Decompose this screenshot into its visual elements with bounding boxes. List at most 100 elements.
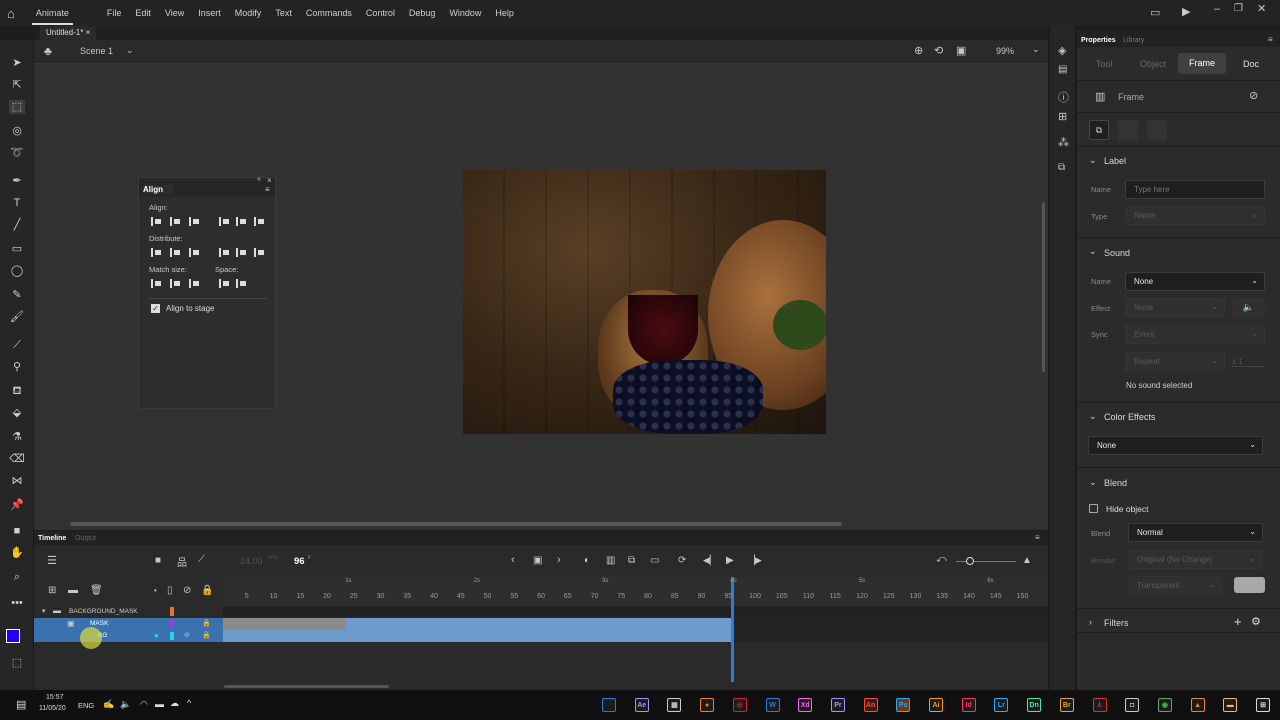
- paint-bucket-icon[interactable]: ⛾: [9, 384, 25, 398]
- edit-sound-envelope-icon[interactable]: 🔈: [1232, 298, 1265, 317]
- folder-expand-icon[interactable]: ▾: [42, 607, 46, 615]
- collapse-panel-icon[interactable]: «: [257, 176, 261, 183]
- layer-row[interactable]: ▣ MASK 🔒: [34, 618, 224, 630]
- align-vcenter-icon[interactable]: [236, 217, 246, 226]
- oval-tool-icon[interactable]: ◯: [9, 264, 25, 278]
- tab-library[interactable]: Library: [1123, 37, 1144, 44]
- show-hidden-icons[interactable]: ^: [187, 698, 191, 708]
- visibility-column-icon[interactable]: ⊘: [183, 585, 191, 596]
- taskbar-app-icon[interactable]: Pr: [830, 698, 845, 712]
- zoom-chevron-icon[interactable]: ⌄: [1032, 44, 1040, 55]
- scene-selector[interactable]: Scene 1: [80, 46, 113, 56]
- timeline-zoom-slider[interactable]: [956, 561, 1016, 562]
- clock-time[interactable]: 15:57: [46, 694, 64, 701]
- create-tween-icon[interactable]: ⧉: [628, 555, 635, 566]
- hand-tool-icon[interactable]: ✋: [9, 546, 25, 560]
- background-color-swatch[interactable]: [1234, 577, 1265, 593]
- camera-tool-icon[interactable]: ■: [9, 524, 25, 538]
- lock-column-icon[interactable]: 🔒: [201, 585, 213, 596]
- taskbar-app-icon[interactable]: ◎: [732, 698, 747, 712]
- edit-multiple-frames-icon[interactable]: ▥: [606, 555, 615, 566]
- color-effects-title[interactable]: Color Effects: [1104, 412, 1155, 422]
- stage-image[interactable]: [463, 170, 826, 434]
- sound-section-chevron-icon[interactable]: ⌄: [1089, 246, 1097, 257]
- lock-icon[interactable]: 🔒: [202, 631, 211, 639]
- fit-frames-icon[interactable]: ▲: [1022, 555, 1032, 566]
- distribute-vcenter-icon[interactable]: [170, 248, 180, 257]
- pin-tool-icon[interactable]: 📌: [9, 498, 25, 512]
- taskbar-app-icon[interactable]: Ps: [896, 698, 911, 712]
- selection-tool-icon[interactable]: ➤: [9, 56, 25, 70]
- go-to-frame-icon[interactable]: ⊘: [1249, 89, 1258, 102]
- taskbar-app-icon[interactable]: Ai: [929, 698, 943, 712]
- width-tool-icon[interactable]: ⋈: [9, 474, 25, 488]
- menu-edit[interactable]: Edit: [135, 8, 151, 18]
- sound-repeat-count[interactable]: x 1: [1232, 357, 1265, 367]
- distribute-right-icon[interactable]: [254, 248, 264, 257]
- align-hcenter-icon[interactable]: [170, 217, 180, 226]
- eyedropper-icon[interactable]: ⚗: [9, 430, 25, 444]
- filter-settings-gear-icon[interactable]: ⚙: [1251, 615, 1261, 628]
- menu-commands[interactable]: Commands: [306, 8, 352, 18]
- step-forward-icon[interactable]: ▕▶: [748, 555, 762, 566]
- highlight-column-icon[interactable]: •: [154, 586, 157, 595]
- layer-name[interactable]: BACKGROUND_MASK: [69, 608, 138, 615]
- panel-menu-icon[interactable]: ≡: [1268, 35, 1273, 44]
- info-icon[interactable]: ⓘ: [1058, 89, 1069, 105]
- prev-keyframe-icon[interactable]: ‹: [511, 554, 515, 566]
- zoom-level[interactable]: 99%: [996, 46, 1014, 56]
- new-folder-icon[interactable]: ▬: [68, 585, 78, 596]
- menu-control[interactable]: Control: [366, 8, 395, 18]
- timeline-scrollbar[interactable]: [224, 685, 389, 688]
- tab-output[interactable]: Output: [75, 535, 96, 542]
- pencil-tool-icon[interactable]: ✎: [9, 288, 25, 302]
- taskbar-app-icon[interactable]: An: [863, 698, 878, 712]
- new-layer-icon[interactable]: ⊞: [48, 585, 56, 596]
- camera-icon[interactable]: ■: [155, 555, 161, 566]
- home-icon[interactable]: ⌂: [7, 6, 15, 21]
- rectangle-tool-icon[interactable]: ▭: [9, 242, 25, 256]
- line-tool-icon[interactable]: ╱: [9, 218, 25, 232]
- free-transform-tool-icon[interactable]: ⬚: [9, 100, 25, 114]
- clip-stage-icon[interactable]: ▣: [956, 44, 966, 57]
- match-width-height-icon[interactable]: [189, 279, 199, 288]
- layer-color[interactable]: [170, 607, 174, 616]
- transparent-dropdown[interactable]: Transparent ⌄: [1128, 576, 1223, 595]
- ink-bottle-icon[interactable]: ⬙: [9, 406, 25, 420]
- delete-layer-icon[interactable]: 🗑: [90, 585, 103, 596]
- sound-section-title[interactable]: Sound: [1104, 248, 1130, 258]
- lock-icon[interactable]: 🔒: [202, 619, 211, 627]
- taskbar-app-icon[interactable]: W: [765, 698, 780, 712]
- maximize-icon[interactable]: ❐: [1234, 3, 1243, 14]
- distribute-hcenter-icon[interactable]: [236, 248, 246, 257]
- volume-icon[interactable]: 🔈: [120, 699, 131, 710]
- language-indicator[interactable]: ENG: [78, 701, 94, 710]
- taskbar-app-icon[interactable]: Lr: [994, 698, 1009, 712]
- step-back-icon[interactable]: ◀▏: [703, 555, 717, 566]
- center-stage-icon[interactable]: ⊕: [914, 44, 923, 57]
- layer-row[interactable]: ▾ ▬ BACKGROUND_MASK: [34, 606, 224, 617]
- transform-icon[interactable]: ⧉: [1058, 162, 1065, 173]
- render-dropdown[interactable]: Original (No Change) ⌄: [1128, 550, 1263, 569]
- graph-icon[interactable]: ⟋: [198, 554, 205, 565]
- play-icon[interactable]: ▶: [726, 555, 734, 566]
- wifi-icon[interactable]: ◠: [140, 699, 148, 710]
- zoom-tool-icon[interactable]: ⌕: [9, 570, 25, 584]
- snap-icon[interactable]: ⬚: [9, 656, 25, 670]
- subtab-doc[interactable]: Doc: [1243, 59, 1259, 69]
- 3d-rotation-tool-icon[interactable]: ◎: [9, 124, 25, 138]
- menu-debug[interactable]: Debug: [409, 8, 436, 18]
- subtab-frame[interactable]: Frame: [1178, 53, 1226, 74]
- match-height-icon[interactable]: [170, 279, 180, 288]
- bone-tool-icon[interactable]: ⟋: [9, 338, 25, 352]
- subselection-tool-icon[interactable]: ⇱: [9, 78, 25, 92]
- layers-icon[interactable]: ☰: [47, 554, 57, 567]
- motion-tween-span[interactable]: [223, 618, 346, 630]
- assets-icon[interactable]: ◈: [1058, 44, 1066, 57]
- lasso-tool-icon[interactable]: ➰: [9, 146, 25, 160]
- current-frame-value[interactable]: 96: [294, 556, 305, 567]
- taskbar-app-icon[interactable]: ◘: [1125, 698, 1140, 712]
- blend-chevron-icon[interactable]: ⌄: [1089, 477, 1097, 488]
- outline-column-icon[interactable]: ▯: [167, 585, 173, 596]
- close-tab-icon[interactable]: ×: [86, 28, 91, 37]
